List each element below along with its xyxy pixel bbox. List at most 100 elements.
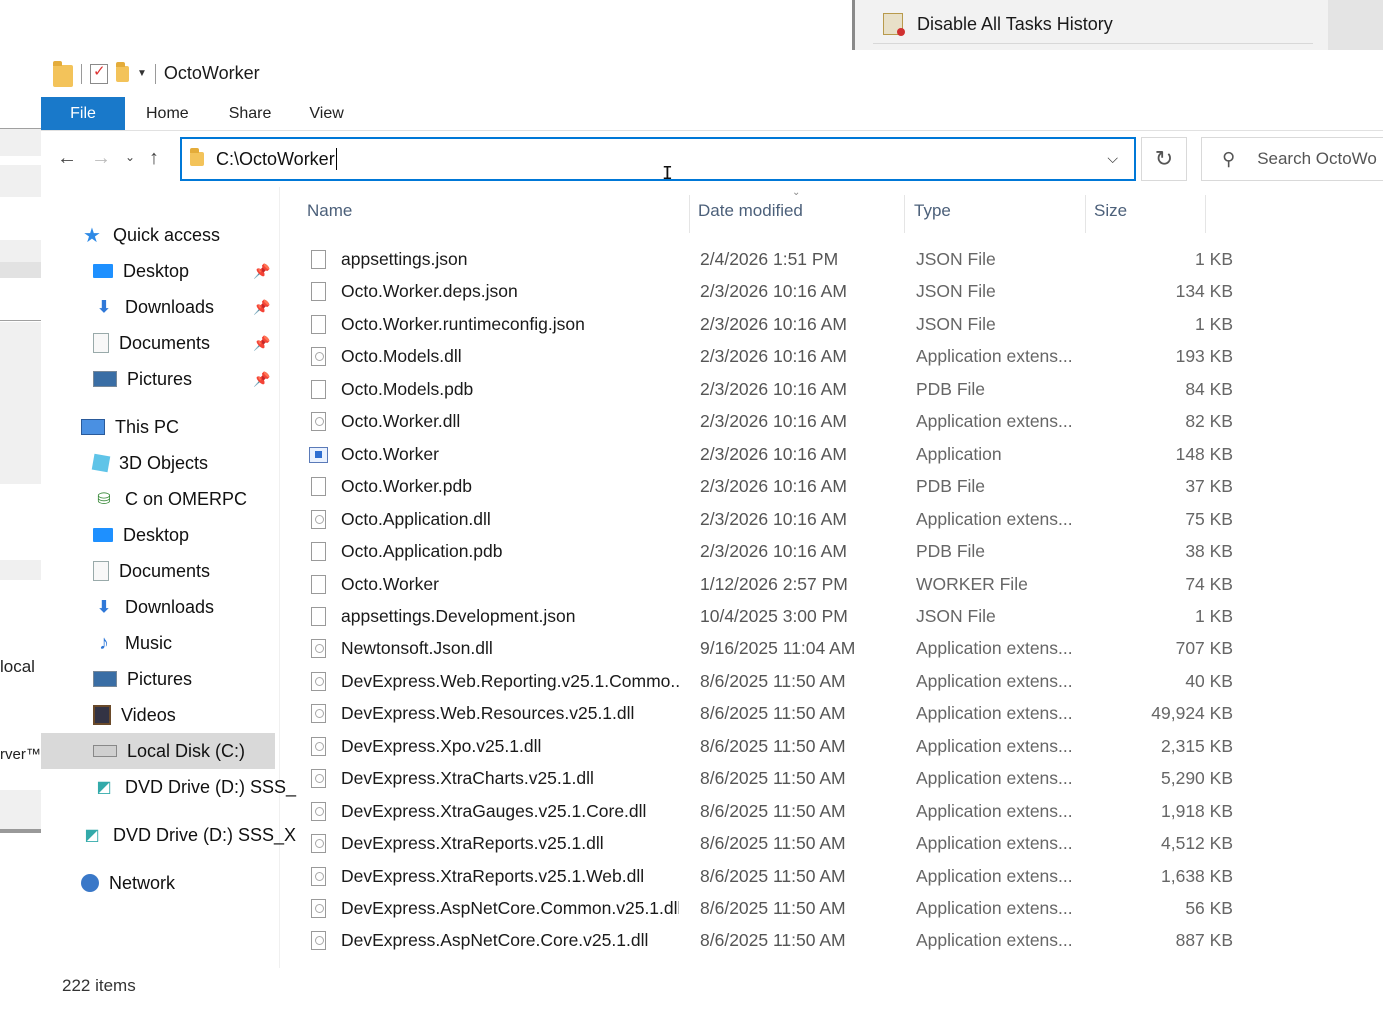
table-row[interactable]: appsettings.Development.json 10/4/2025 3:… bbox=[280, 600, 1383, 632]
nav-label: Music bbox=[125, 632, 173, 653]
nav-pc-desktop[interactable]: Desktop bbox=[93, 518, 189, 552]
file-type: PDB File bbox=[916, 476, 986, 497]
menu-item-disable-tasks-history[interactable]: Disable All Tasks History bbox=[883, 13, 1113, 36]
address-bar[interactable]: C:\OctoWorker ⌵ bbox=[180, 137, 1136, 181]
file-name: Octo.Application.dll bbox=[341, 508, 491, 529]
nav-pc-music[interactable]: ♪ Music bbox=[93, 626, 172, 660]
table-row[interactable]: Octo.Worker.deps.json 2/3/2026 10:16 AM JS… bbox=[280, 275, 1383, 307]
nav-dvd-drive[interactable]: ◩ DVD Drive (D:) SSS_ bbox=[93, 770, 296, 804]
file-type: Application extens... bbox=[916, 930, 1073, 951]
table-row[interactable]: DevExpress.AspNetCore.Core.v25.1.dll 8/6/… bbox=[280, 924, 1383, 956]
table-row[interactable]: DevExpress.Xpo.v25.1.dll 8/6/2025 11:50 A… bbox=[280, 730, 1383, 762]
file-name: Octo.Models.pdb bbox=[341, 378, 474, 399]
application-icon bbox=[309, 446, 328, 463]
table-row[interactable]: Octo.Models.pdb 2/3/2026 10:16 AM PDB File… bbox=[280, 373, 1383, 405]
nav-network[interactable]: Network bbox=[81, 866, 175, 900]
table-row[interactable]: Octo.Worker.dll 2/3/2026 10:16 AM Applicat… bbox=[280, 405, 1383, 437]
file-icon bbox=[311, 379, 326, 399]
tab-file[interactable]: File bbox=[41, 97, 125, 130]
file-date: 9/16/2025 11:04 AM bbox=[700, 638, 856, 659]
back-arrow-icon[interactable]: ← bbox=[57, 147, 77, 170]
nav-3d-objects[interactable]: 3D Objects bbox=[91, 446, 208, 480]
file-name: Octo.Application.pdb bbox=[341, 541, 503, 562]
file-type: Application extens... bbox=[916, 768, 1073, 789]
address-input[interactable]: C:\OctoWorker bbox=[216, 148, 337, 170]
table-row[interactable]: DevExpress.XtraReports.v25.1.dll 8/6/2025… bbox=[280, 827, 1383, 859]
pin-icon[interactable]: 📌 bbox=[253, 263, 270, 280]
table-row[interactable]: Octo.Worker 1/12/2026 2:57 PM WORKER File 7… bbox=[280, 568, 1383, 600]
file-date: 8/6/2025 11:50 AM bbox=[700, 768, 846, 789]
tab-home[interactable]: Home bbox=[125, 97, 210, 130]
dll-file-icon bbox=[311, 639, 326, 659]
file-date: 2/3/2026 10:16 AM bbox=[700, 346, 847, 367]
table-row[interactable]: appsettings.json 2/4/2026 1:51 PM JSON Fil… bbox=[280, 243, 1383, 275]
pin-icon[interactable]: 📌 bbox=[253, 371, 270, 388]
tab-share[interactable]: Share bbox=[210, 97, 291, 130]
file-size: 707 KB bbox=[1175, 638, 1233, 659]
window-title: OctoWorker bbox=[163, 63, 260, 83]
tab-view[interactable]: View bbox=[290, 97, 362, 130]
nav-pc-documents[interactable]: Documents bbox=[93, 554, 210, 588]
toolbar-separator bbox=[81, 63, 82, 84]
videos-icon bbox=[93, 705, 111, 725]
refresh-button[interactable]: ↻ bbox=[1141, 137, 1187, 181]
search-box[interactable]: ⚲ Search OctoWo bbox=[1201, 137, 1383, 181]
recent-locations-chevron-icon[interactable]: ⌄ bbox=[125, 150, 135, 164]
nav-network-drive-c[interactable]: ⛁ C on OMERPC bbox=[93, 482, 247, 516]
column-name[interactable]: Name bbox=[307, 201, 352, 221]
nav-pc-downloads[interactable]: ⬇ Downloads bbox=[93, 590, 214, 624]
table-row[interactable]: Octo.Application.dll 2/3/2026 10:16 AM App… bbox=[280, 503, 1383, 535]
forward-arrow-icon[interactable]: → bbox=[91, 147, 111, 170]
dll-file-icon bbox=[311, 769, 326, 789]
search-input[interactable]: Search OctoWo bbox=[1257, 149, 1377, 169]
table-row[interactable]: DevExpress.Web.Reporting.v25.1.Commo... 8… bbox=[280, 665, 1383, 697]
file-icon bbox=[311, 250, 326, 269]
table-row[interactable]: Octo.Worker.runtimeconfig.json 2/3/2026 1… bbox=[280, 308, 1383, 340]
nav-quick-desktop[interactable]: Desktop bbox=[93, 254, 189, 288]
nav-local-disk-c[interactable]: Local Disk (C:) bbox=[41, 733, 275, 769]
dll-file-icon bbox=[311, 801, 326, 821]
nav-quick-downloads[interactable]: ⬇ Downloads bbox=[93, 290, 214, 324]
table-row[interactable]: DevExpress.AspNetCore.Common.v25.1.dll 8/… bbox=[280, 892, 1383, 924]
file-explorer-window: ▼ OctoWorker File Home Share View ← → ⌄ … bbox=[41, 50, 1383, 1016]
desktop-icon bbox=[93, 528, 113, 542]
table-row[interactable]: Octo.Models.dll 2/3/2026 10:16 AM Applicat… bbox=[280, 340, 1383, 372]
network-icon bbox=[81, 874, 99, 892]
file-date: 2/3/2026 10:16 AM bbox=[700, 508, 847, 529]
nav-quick-pictures[interactable]: Pictures bbox=[93, 362, 192, 396]
nav-pc-pictures[interactable]: Pictures bbox=[93, 662, 192, 696]
new-folder-icon[interactable] bbox=[116, 61, 129, 82]
up-arrow-icon[interactable]: ↑ bbox=[149, 147, 159, 170]
customize-toolbar-dropdown-icon[interactable]: ▼ bbox=[137, 68, 147, 79]
table-row[interactable]: Octo.Application.pdb 2/3/2026 10:16 AM PDB… bbox=[280, 535, 1383, 567]
table-row[interactable]: DevExpress.XtraCharts.v25.1.dll 8/6/2025 … bbox=[280, 762, 1383, 794]
file-name: DevExpress.XtraReports.v25.1.Web.dll bbox=[341, 865, 645, 886]
properties-icon[interactable] bbox=[90, 62, 108, 84]
table-row[interactable]: Octo.Worker 2/3/2026 10:16 AM Application 1… bbox=[280, 438, 1383, 470]
column-size[interactable]: Size bbox=[1094, 201, 1127, 221]
file-size: 74 KB bbox=[1185, 573, 1233, 594]
file-size: 1 KB bbox=[1195, 249, 1233, 269]
file-type: Application extens... bbox=[916, 703, 1073, 724]
table-row[interactable]: DevExpress.Web.Resources.v25.1.dll 8/6/20… bbox=[280, 697, 1383, 729]
column-type[interactable]: Type bbox=[914, 201, 951, 221]
table-row[interactable]: DevExpress.XtraGauges.v25.1.Core.dll 8/6/… bbox=[280, 795, 1383, 827]
nav-quick-documents[interactable]: Documents bbox=[93, 326, 210, 360]
file-size: 4,512 KB bbox=[1161, 833, 1233, 854]
pin-icon[interactable]: 📌 bbox=[253, 299, 270, 316]
nav-dvd-drive-root[interactable]: ◩ DVD Drive (D:) SSS_X bbox=[81, 818, 296, 852]
column-date-modified[interactable]: Date modified bbox=[698, 201, 803, 221]
address-dropdown-chevron-icon[interactable]: ⌵ bbox=[1107, 150, 1118, 167]
nav-this-pc[interactable]: This PC bbox=[81, 410, 179, 444]
nav-quick-access[interactable]: ★ Quick access bbox=[81, 218, 220, 252]
nav-pc-videos[interactable]: Videos bbox=[93, 698, 176, 732]
text-cursor-icon: I bbox=[662, 163, 673, 184]
pin-icon[interactable]: 📌 bbox=[253, 335, 270, 352]
file-date: 2/3/2026 10:16 AM bbox=[700, 476, 847, 497]
file-type: Application extens... bbox=[916, 735, 1073, 756]
pictures-icon bbox=[93, 371, 117, 387]
table-row[interactable]: Octo.Worker.pdb 2/3/2026 10:16 AM PDB File… bbox=[280, 470, 1383, 502]
table-row[interactable]: DevExpress.XtraReports.v25.1.Web.dll 8/6/… bbox=[280, 860, 1383, 892]
table-row[interactable]: Newtonsoft.Json.dll 9/16/2025 11:04 AM App… bbox=[280, 632, 1383, 664]
file-date: 8/6/2025 11:50 AM bbox=[700, 930, 846, 951]
